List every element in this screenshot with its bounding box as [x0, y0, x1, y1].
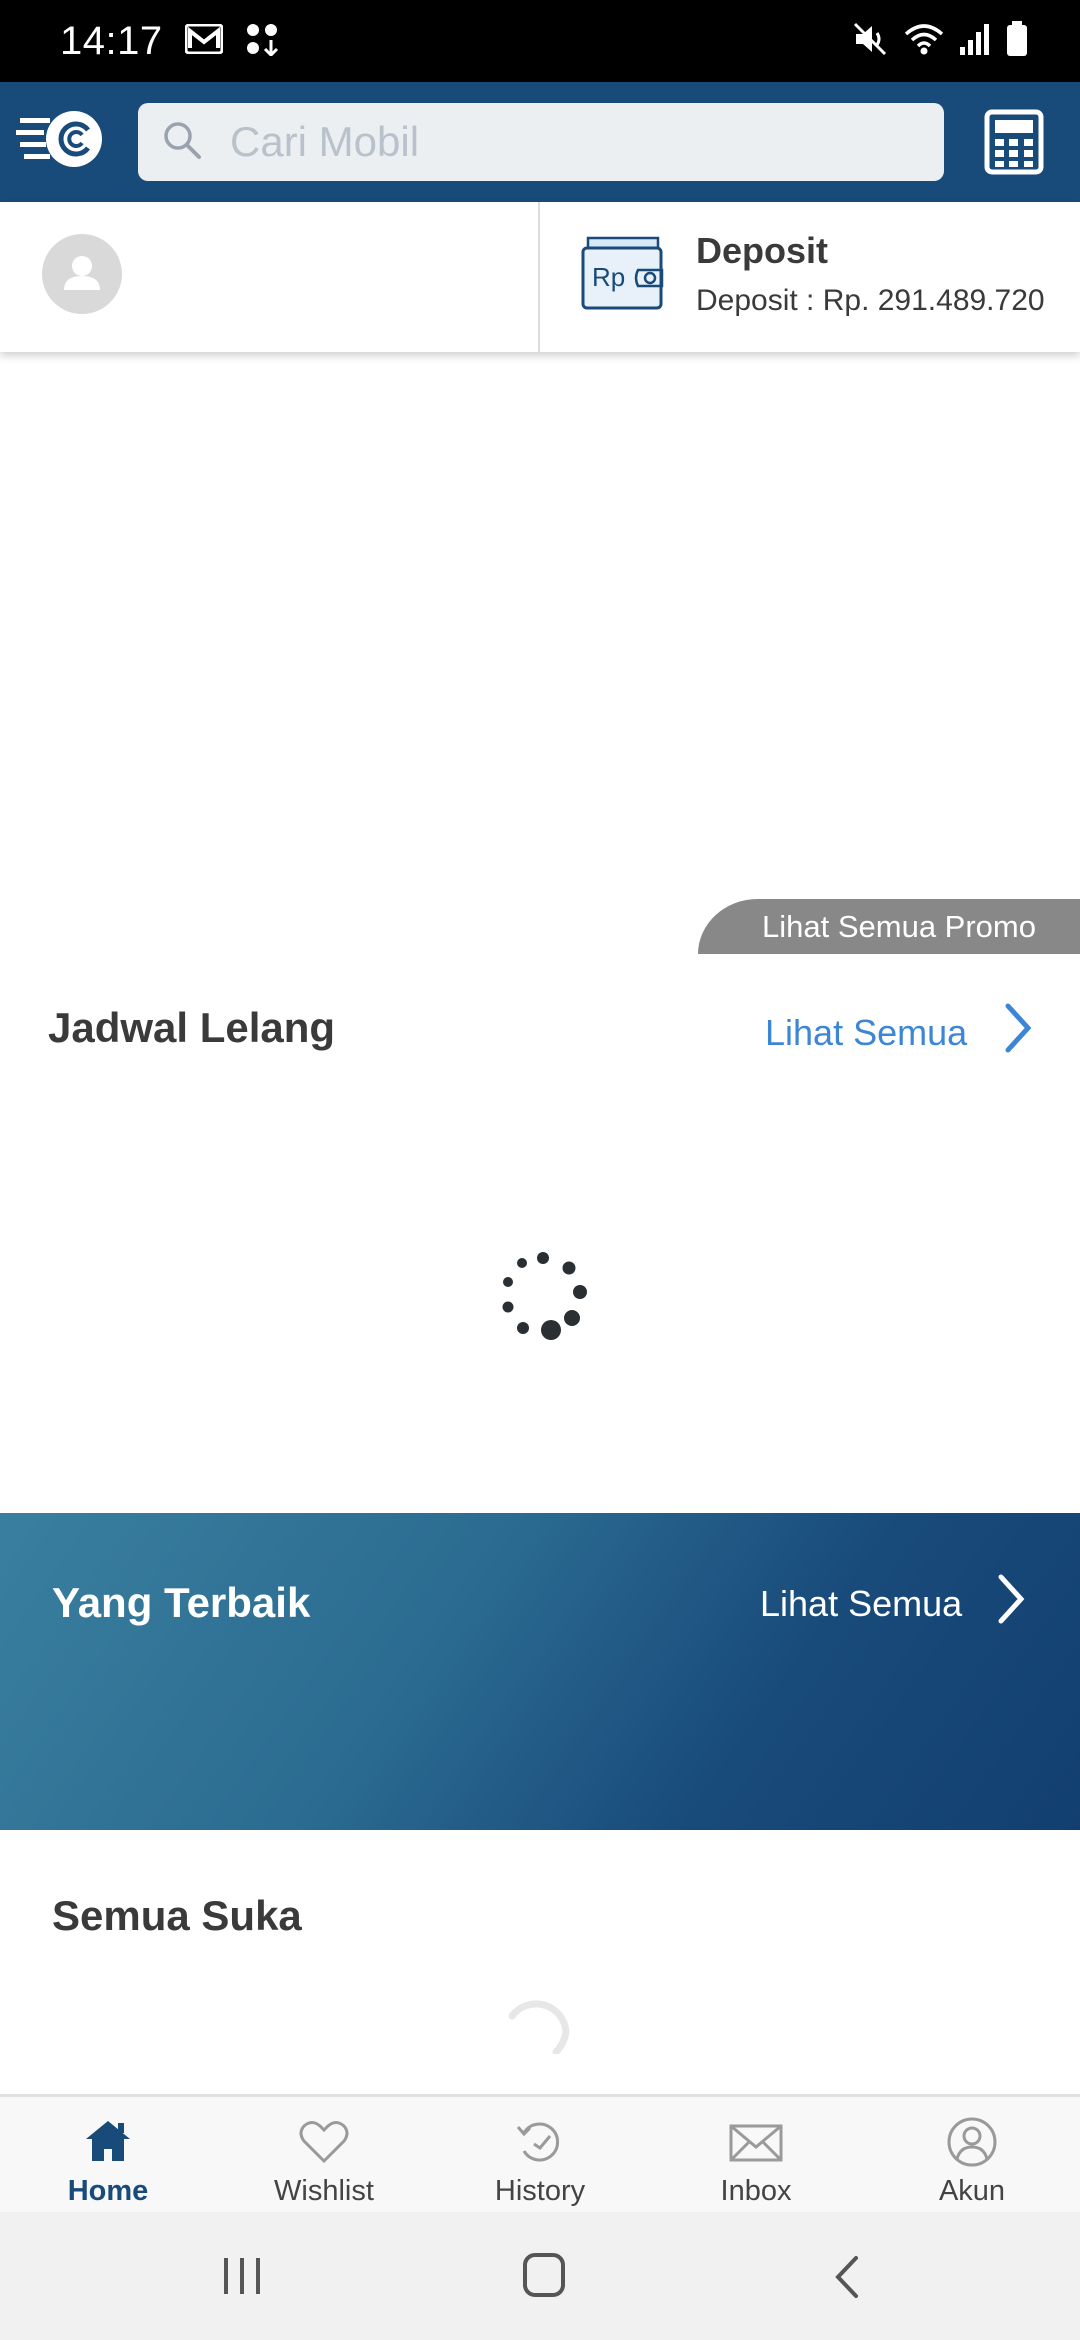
semua-suka-title: Semua Suka — [52, 1892, 302, 1939]
calculator-icon[interactable] — [984, 109, 1044, 175]
status-time: 14:17 — [60, 18, 163, 63]
recent-apps-icon[interactable] — [220, 2256, 264, 2301]
account-icon — [947, 2117, 997, 2167]
app-notification-icon — [245, 22, 279, 61]
search-box[interactable] — [138, 103, 944, 181]
profile-cell[interactable] — [0, 202, 540, 352]
nav-home[interactable]: Home — [0, 2097, 216, 2212]
status-bar: 14:17 — [0, 0, 1080, 82]
search-icon — [162, 120, 202, 165]
mute-icon — [852, 21, 888, 62]
deposit-cell[interactable]: Rp Deposit Deposit : Rp. 291.489.720 — [540, 202, 1080, 352]
chevron-right-icon — [1003, 1002, 1033, 1063]
deposit-amount: Deposit : Rp. 291.489.720 — [696, 284, 1045, 317]
account-panel: Rp Deposit Deposit : Rp. 291.489.720 — [0, 202, 1080, 352]
nav-inbox[interactable]: Inbox — [648, 2097, 864, 2212]
signal-icon — [960, 23, 990, 60]
gmail-notification-icon — [184, 23, 224, 59]
see-all-label: Lihat Semua — [765, 1011, 968, 1053]
app-header — [0, 82, 1080, 202]
loading-spinner-icon — [496, 1250, 590, 1344]
see-all-promo-button[interactable]: Lihat Semua Promo — [698, 899, 1080, 954]
deposit-title: Deposit — [696, 230, 829, 271]
bottom-nav: Home Wishlist History Inbox Akun — [0, 2094, 1080, 2212]
home-system-icon[interactable] — [522, 2252, 566, 2303]
best-section: Yang Terbaik Lihat Semua — [0, 1513, 1080, 1830]
yang-terbaik-see-all-button[interactable]: Lihat Semua — [760, 1573, 1026, 1634]
jadwal-lelang-see-all-button[interactable]: Lihat Semua — [765, 1002, 1033, 1063]
wallet-icon: Rp — [580, 230, 666, 312]
battery-icon — [1006, 20, 1028, 62]
heart-icon — [299, 2121, 349, 2164]
see-all-label: Lihat Semua — [760, 1582, 963, 1624]
app-logo-icon[interactable] — [16, 108, 106, 174]
nav-label: Home — [67, 2175, 149, 2207]
back-icon[interactable] — [832, 2254, 862, 2305]
avatar[interactable] — [42, 234, 122, 314]
nav-label: Inbox — [720, 2175, 792, 2207]
nav-label: History — [494, 2175, 586, 2207]
loading-arc-icon — [502, 1996, 578, 2056]
history-icon — [516, 2122, 560, 2162]
system-navigation-bar — [0, 2212, 1080, 2340]
nav-label: Wishlist — [274, 2175, 374, 2207]
status-left: 14:17 — [60, 19, 279, 64]
search-input[interactable] — [228, 117, 828, 167]
mail-icon — [729, 2124, 783, 2162]
wifi-icon — [904, 22, 944, 61]
nav-akun[interactable]: Akun — [864, 2097, 1080, 2212]
nav-wishlist[interactable]: Wishlist — [216, 2097, 432, 2212]
status-right — [852, 20, 1028, 62]
nav-history[interactable]: History — [432, 2097, 648, 2212]
jadwal-lelang-title: Jadwal Lelang — [48, 1004, 336, 1051]
chevron-right-icon — [996, 1573, 1026, 1634]
wallet-rp-text: Rp — [592, 262, 625, 292]
nav-label: Akun — [938, 2175, 1006, 2207]
home-icon — [86, 2121, 130, 2161]
yang-terbaik-title: Yang Terbaik — [52, 1579, 311, 1626]
